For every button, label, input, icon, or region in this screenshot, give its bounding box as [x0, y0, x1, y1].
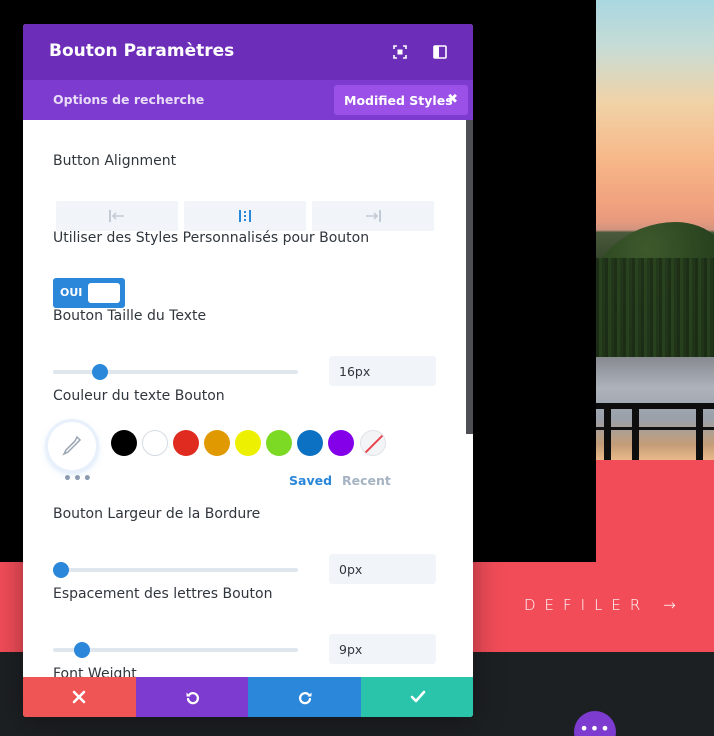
align-center-button[interactable]: [184, 201, 306, 231]
split-view-icon[interactable]: [433, 44, 449, 60]
custom-styles-toggle[interactable]: OUI: [53, 278, 125, 308]
color-swatch[interactable]: [235, 430, 261, 456]
modified-styles-label: Modified Styles: [344, 93, 453, 108]
align-left-button[interactable]: [56, 201, 178, 231]
text-size-label: Bouton Taille du Texte: [53, 308, 207, 324]
color-swatch[interactable]: [328, 430, 354, 456]
right-align-icon: [366, 210, 381, 222]
railing-post: [632, 403, 639, 460]
scroll-down-link[interactable]: DEFILER →: [524, 596, 685, 614]
slider-thumb[interactable]: [91, 364, 108, 380]
close-filter-icon[interactable]: ✖: [447, 92, 458, 107]
railing-post: [696, 403, 703, 460]
button-settings-modal: Bouton Paramètres Options de recherche M…: [23, 24, 473, 717]
settings-content[interactable]: Button Alignment Utiliser des Styles Per…: [23, 120, 473, 677]
modal-subbar: Options de recherche Modified Styles ✖: [23, 80, 473, 120]
recent-colors-tab[interactable]: Recent: [342, 473, 391, 488]
undo-icon: [186, 692, 199, 705]
border-width-label: Bouton Largeur de la Bordure: [53, 506, 261, 522]
text-size-input[interactable]: 16px: [329, 356, 436, 386]
slider-thumb[interactable]: [53, 562, 69, 578]
search-options-link[interactable]: Options de recherche: [53, 92, 204, 107]
hero-photo: [596, 0, 714, 460]
more-colors-icon[interactable]: •••: [63, 471, 93, 487]
photo-railing: [596, 403, 714, 460]
text-size-slider[interactable]: [53, 364, 298, 380]
left-align-icon: [109, 210, 124, 222]
color-swatch[interactable]: [204, 430, 230, 456]
color-swatch[interactable]: [142, 430, 168, 456]
no-color-icon[interactable]: [360, 430, 386, 456]
color-picker-button[interactable]: [48, 422, 96, 470]
red-section-upper: [596, 460, 714, 562]
align-right-button[interactable]: [312, 201, 434, 231]
custom-styles-label: Utiliser des Styles Personnalisés pour B…: [53, 230, 370, 246]
letter-spacing-input[interactable]: 9px: [329, 634, 436, 664]
border-width-slider[interactable]: [53, 562, 298, 578]
color-swatch[interactable]: [266, 430, 292, 456]
font-weight-label: Font Weight: [53, 666, 137, 677]
modal-footer: [23, 677, 473, 717]
eyedropper-icon: [62, 435, 82, 456]
cancel-icon: [72, 690, 86, 704]
center-align-icon: [239, 210, 251, 222]
save-check-icon: [410, 690, 426, 703]
text-color-label: Couleur du texte Bouton: [53, 388, 225, 404]
toggle-state-text: OUI: [60, 286, 83, 299]
undo-button[interactable]: [136, 677, 249, 717]
saved-colors-tab[interactable]: Saved: [289, 473, 332, 488]
letter-spacing-slider[interactable]: [53, 642, 298, 658]
color-swatch[interactable]: [297, 430, 323, 456]
railing-post: [604, 403, 611, 460]
redo-button[interactable]: [248, 677, 361, 717]
letter-spacing-label: Espacement des lettres Bouton: [53, 586, 273, 602]
button-alignment-label: Button Alignment: [53, 153, 177, 169]
color-swatch[interactable]: [173, 430, 199, 456]
border-width-input[interactable]: 0px: [329, 554, 436, 584]
settings-scrollbar[interactable]: [466, 120, 473, 434]
modal-title: Bouton Paramètres: [49, 41, 235, 61]
color-swatch[interactable]: [111, 430, 137, 456]
modal-header: Bouton Paramètres: [23, 24, 473, 80]
modified-styles-filter[interactable]: Modified Styles ✖: [334, 85, 468, 115]
slider-thumb[interactable]: [73, 642, 90, 658]
toggle-knob: [88, 283, 120, 303]
save-button[interactable]: [361, 677, 473, 717]
cancel-button[interactable]: [23, 677, 136, 717]
fullscreen-icon[interactable]: [393, 44, 409, 60]
redo-icon: [299, 692, 312, 705]
photo-treeline: [596, 258, 714, 358]
